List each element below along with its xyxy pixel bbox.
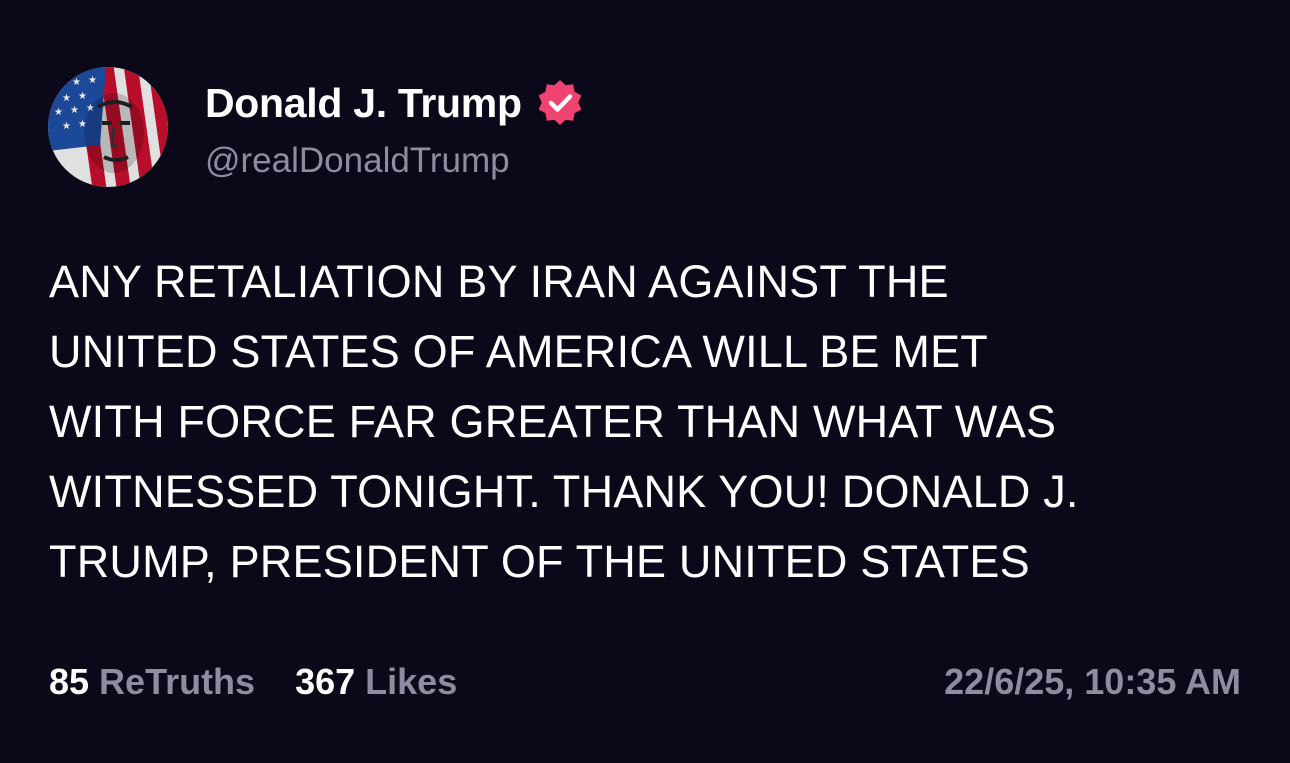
author-name-row: Donald J. Trump (205, 78, 585, 128)
flag-portrait-avatar-icon: ★ ★ ★ ★ ★ ★ ★ ★ ★ ★ (48, 67, 168, 187)
avatar[interactable]: ★ ★ ★ ★ ★ ★ ★ ★ ★ ★ (48, 67, 168, 187)
post-text-line: UNITED STATES OF AMERICA WILL BE MET (49, 326, 988, 377)
likes-count: 367 (295, 661, 356, 702)
post-timestamp[interactable]: 22/6/25, 10:35 AM (944, 661, 1241, 703)
post-text-line: WITH FORCE FAR GREATER THAN WHAT WAS (49, 396, 1057, 447)
post-text-line: ANY RETALIATION BY IRAN AGAINST THE (49, 256, 949, 307)
retruths-stat[interactable]: 85 ReTruths (49, 661, 255, 703)
verified-check-icon (535, 78, 585, 128)
post-text-line: WITNESSED TONIGHT. THANK YOU! DONALD J. (49, 466, 1079, 517)
likes-stat[interactable]: 367 Likes (295, 661, 457, 703)
retruths-label: ReTruths (99, 661, 256, 702)
author-handle[interactable]: @realDonaldTrump (205, 141, 510, 181)
post-card: ★ ★ ★ ★ ★ ★ ★ ★ ★ ★ Donald J. Trump @rea… (0, 0, 1290, 763)
likes-label: Likes (365, 661, 458, 702)
author-display-name[interactable]: Donald J. Trump (205, 80, 522, 127)
post-stats: 85 ReTruths 367 Likes (49, 661, 457, 703)
post-body: ANY RETALIATION BY IRAN AGAINST THE UNIT… (49, 247, 1249, 597)
post-text-line: TRUMP, PRESIDENT OF THE UNITED STATES (49, 536, 1030, 587)
retruths-count: 85 (49, 661, 90, 702)
